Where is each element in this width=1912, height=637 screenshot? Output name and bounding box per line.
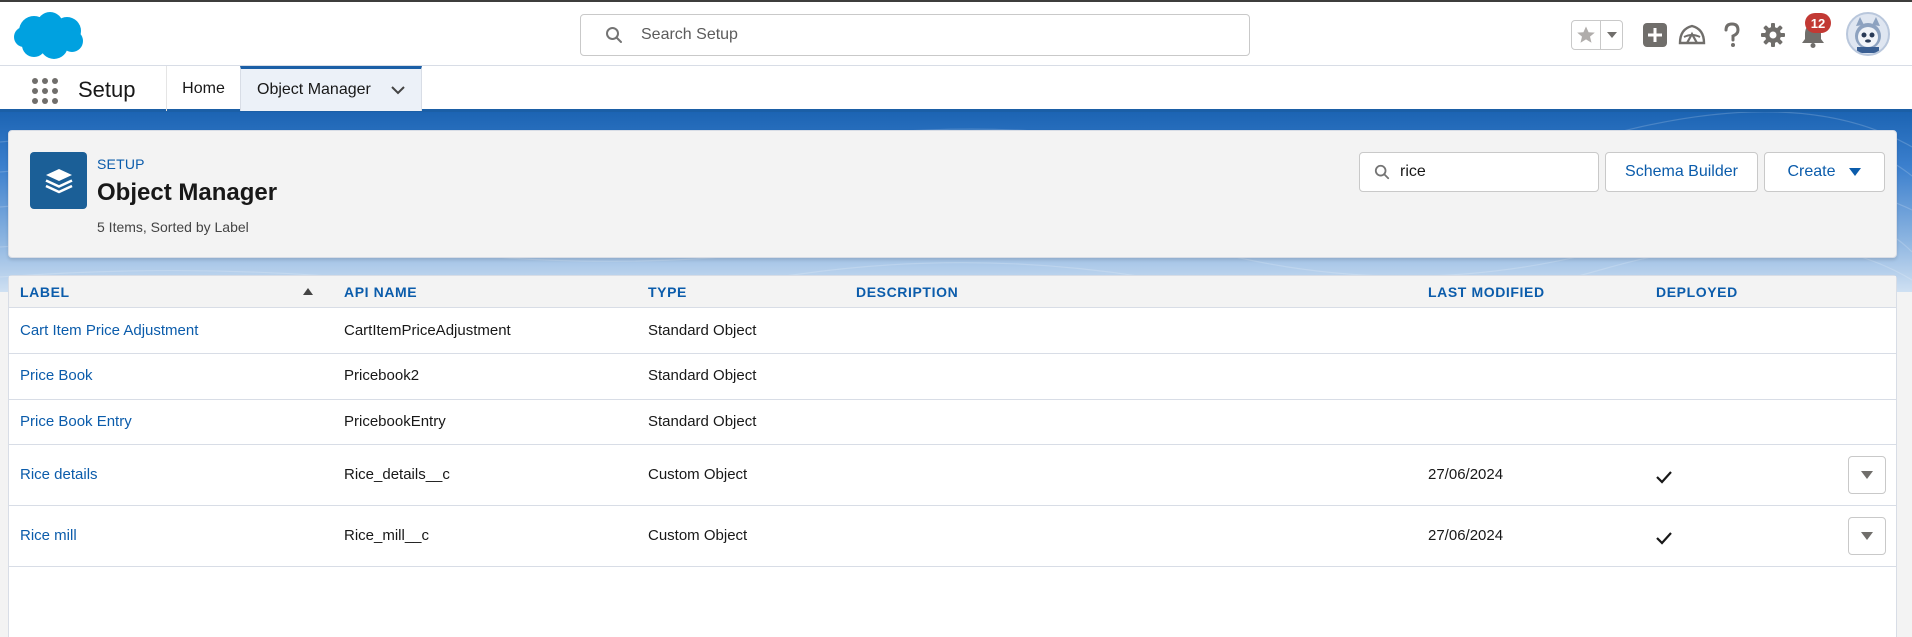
schema-builder-button[interactable]: Schema Builder bbox=[1605, 152, 1758, 192]
type-cell: Custom Object bbox=[648, 527, 748, 544]
page-header: SETUP Object Manager 5 Items, Sorted by … bbox=[8, 130, 1897, 258]
chevron-down-icon bbox=[1861, 471, 1873, 479]
type-cell: Standard Object bbox=[648, 367, 757, 384]
add-icon bbox=[1643, 23, 1667, 47]
tab-object-manager-label: Object Manager bbox=[257, 81, 371, 98]
api-name-cell: PricebookEntry bbox=[344, 413, 446, 430]
user-avatar-image bbox=[1855, 17, 1881, 53]
last-modified-cell: 27/06/2024 bbox=[1428, 527, 1504, 544]
context-bar: Setup Home Object Manager bbox=[0, 66, 1912, 112]
global-search[interactable] bbox=[580, 14, 1250, 56]
star-icon bbox=[1577, 26, 1596, 43]
column-header-last-modified[interactable]: LAST MODIFIED bbox=[1428, 284, 1545, 300]
breadcrumb-setup[interactable]: SETUP bbox=[97, 156, 145, 172]
help-button[interactable] bbox=[1717, 20, 1747, 50]
favorites-group bbox=[1571, 20, 1623, 50]
quick-find-search[interactable] bbox=[1359, 152, 1599, 192]
layers-icon bbox=[44, 168, 73, 193]
sort-up-icon[interactable] bbox=[303, 288, 313, 295]
chevron-down-icon[interactable] bbox=[389, 81, 407, 99]
global-actions-button[interactable] bbox=[1640, 20, 1670, 50]
table-row: Rice mill Rice_mill__c Custom Object 27/… bbox=[9, 506, 1896, 567]
objects-table: LABEL API NAME TYPE DESCRIPTION LAST MOD… bbox=[8, 275, 1897, 637]
row-actions-button[interactable] bbox=[1848, 517, 1886, 555]
quick-find-input[interactable] bbox=[1400, 163, 1590, 181]
check-icon bbox=[1656, 532, 1672, 545]
api-name-cell: CartItemPriceAdjustment bbox=[344, 322, 511, 339]
create-menu-button[interactable]: Create bbox=[1764, 152, 1885, 192]
chevron-down-icon bbox=[1861, 532, 1873, 540]
tab-home[interactable]: Home bbox=[166, 66, 240, 111]
table-row: Price Book Entry PricebookEntry Standard… bbox=[9, 400, 1896, 445]
api-name-cell: Pricebook2 bbox=[344, 367, 420, 384]
object-label-link[interactable]: Cart Item Price Adjustment bbox=[20, 322, 198, 339]
table-header: LABEL API NAME TYPE DESCRIPTION LAST MOD… bbox=[9, 276, 1896, 308]
trailhead-icon bbox=[1678, 24, 1706, 45]
type-cell: Standard Object bbox=[648, 413, 757, 430]
type-cell: Standard Object bbox=[648, 322, 757, 339]
search-icon bbox=[606, 27, 622, 43]
column-header-description[interactable]: DESCRIPTION bbox=[856, 284, 958, 300]
favorites-list-button[interactable] bbox=[1601, 21, 1622, 49]
object-label-link[interactable]: Rice mill bbox=[20, 527, 77, 544]
gear-icon bbox=[1761, 23, 1785, 47]
salesforce-logo[interactable] bbox=[12, 9, 86, 61]
setup-gear-button[interactable] bbox=[1758, 20, 1788, 50]
create-button-label: Create bbox=[1787, 163, 1836, 180]
column-header-api-name[interactable]: API NAME bbox=[344, 284, 417, 300]
app-launcher-icon[interactable] bbox=[28, 74, 58, 104]
object-label-link[interactable]: Price Book bbox=[20, 367, 93, 384]
global-header: 12 bbox=[0, 0, 1912, 66]
favorites-button[interactable] bbox=[1572, 21, 1602, 49]
tab-home-label: Home bbox=[182, 79, 225, 97]
object-manager-icon bbox=[30, 152, 87, 209]
column-header-label[interactable]: LABEL bbox=[20, 284, 70, 300]
app-name: Setup bbox=[78, 77, 136, 102]
help-icon bbox=[1724, 22, 1740, 47]
table-row: Rice details Rice_details__c Custom Obje… bbox=[9, 445, 1896, 506]
tab-object-manager[interactable]: Object Manager bbox=[240, 66, 422, 111]
table-row: Cart Item Price Adjustment CartItemPrice… bbox=[9, 308, 1896, 354]
column-header-type[interactable]: TYPE bbox=[648, 284, 687, 300]
check-icon bbox=[1656, 471, 1672, 484]
table-row: Price Book Pricebook2 Standard Object bbox=[9, 354, 1896, 400]
global-search-input[interactable] bbox=[641, 26, 1201, 44]
search-icon bbox=[1374, 164, 1390, 180]
last-modified-cell: 27/06/2024 bbox=[1428, 466, 1504, 483]
chevron-down-icon bbox=[1848, 168, 1861, 176]
row-actions-button[interactable] bbox=[1848, 456, 1886, 494]
object-label-link[interactable]: Rice details bbox=[20, 466, 98, 483]
page-title: Object Manager bbox=[97, 179, 278, 206]
api-name-cell: Rice_details__c bbox=[344, 466, 450, 483]
trailhead-button[interactable] bbox=[1677, 20, 1707, 50]
avatar[interactable] bbox=[1846, 12, 1890, 56]
chevron-down-icon bbox=[1606, 32, 1617, 38]
object-label-link[interactable]: Price Book Entry bbox=[20, 413, 132, 430]
api-name-cell: Rice_mill__c bbox=[344, 527, 430, 544]
type-cell: Custom Object bbox=[648, 466, 748, 483]
notifications-badge: 12 bbox=[1805, 13, 1831, 33]
item-count-info: 5 Items, Sorted by Label bbox=[97, 219, 249, 235]
column-header-deployed[interactable]: DEPLOYED bbox=[1656, 284, 1738, 300]
